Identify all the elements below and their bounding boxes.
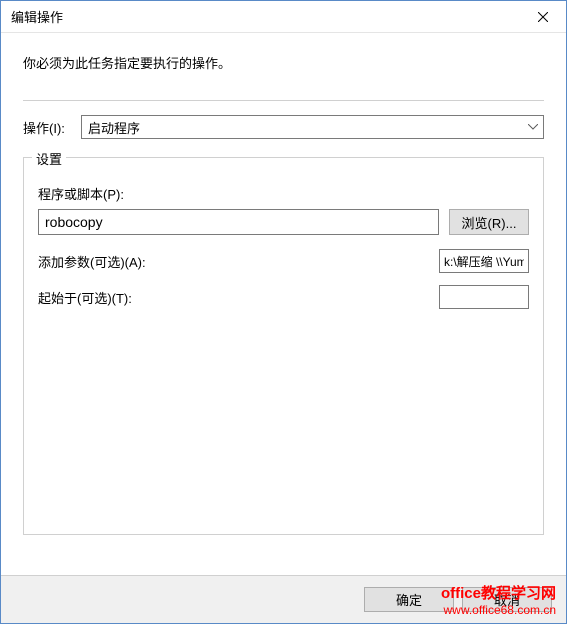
- ok-button[interactable]: 确定: [364, 587, 454, 612]
- instruction-text: 你必须为此任务指定要执行的操作。: [23, 53, 544, 72]
- close-button[interactable]: [520, 1, 566, 33]
- dialog-body: 你必须为此任务指定要执行的操作。 操作(I): 启动程序 设置 程序或脚本(P)…: [1, 33, 566, 535]
- action-row: 操作(I): 启动程序: [23, 115, 544, 139]
- startin-row: 起始于(可选)(T):: [38, 285, 529, 309]
- cancel-button[interactable]: 取消: [462, 587, 552, 612]
- chevron-down-icon: [524, 117, 542, 137]
- dialog-footer: 确定 取消: [1, 575, 566, 623]
- divider: [23, 100, 544, 101]
- window-title: 编辑操作: [11, 7, 520, 26]
- action-select-wrap: 启动程序: [81, 115, 544, 139]
- args-label: 添加参数(可选)(A):: [38, 252, 439, 271]
- script-label: 程序或脚本(P):: [38, 184, 529, 203]
- startin-input[interactable]: [439, 285, 529, 309]
- settings-legend: 设置: [32, 149, 66, 168]
- settings-fieldset: 设置 程序或脚本(P): 浏览(R)... 添加参数(可选)(A): 起始于(可…: [23, 157, 544, 535]
- dialog-window: 编辑操作 你必须为此任务指定要执行的操作。 操作(I): 启动程序 设置: [0, 0, 567, 624]
- startin-label: 起始于(可选)(T):: [38, 288, 439, 307]
- action-selected-value: 启动程序: [88, 118, 140, 137]
- args-input[interactable]: [439, 249, 529, 273]
- script-row: 浏览(R)...: [38, 209, 529, 235]
- close-icon: [538, 12, 548, 22]
- browse-button[interactable]: 浏览(R)...: [449, 209, 529, 235]
- settings-content: 程序或脚本(P): 浏览(R)... 添加参数(可选)(A): 起始于(可选)(…: [38, 184, 529, 309]
- titlebar: 编辑操作: [1, 1, 566, 33]
- action-label: 操作(I):: [23, 118, 81, 137]
- args-row: 添加参数(可选)(A):: [38, 249, 529, 273]
- script-input[interactable]: [38, 209, 439, 235]
- action-select[interactable]: 启动程序: [81, 115, 544, 139]
